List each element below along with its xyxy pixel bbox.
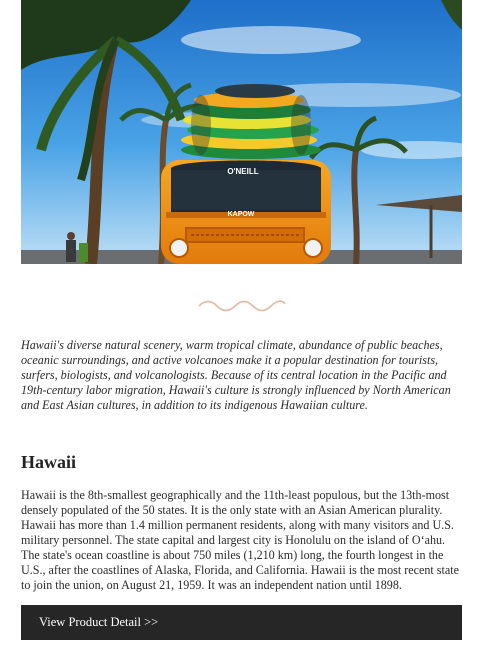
van-photo-illustration: O'NEILL KAPOW [21,0,462,264]
van-badge: O'NEILL [227,167,258,176]
article-title: Hawaii [21,452,77,472]
article-body: Hawaii is the 8th-smallest geographicall… [21,488,459,592]
intro-paragraph: Hawaii's diverse natural scenery, warm t… [21,338,451,412]
hero-image: O'NEILL KAPOW [21,0,462,264]
wave-divider-icon [198,300,286,312]
view-product-detail-button[interactable]: View Product Detail >> [21,605,462,640]
van-plate: KAPOW [228,211,255,218]
